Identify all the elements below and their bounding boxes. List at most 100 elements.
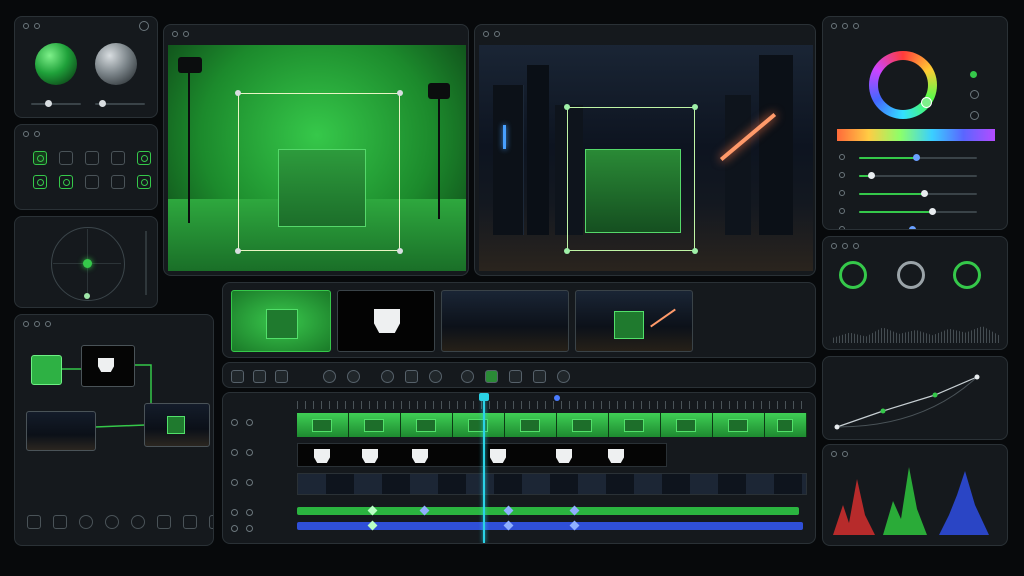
thumbnail-composite[interactable] xyxy=(575,290,693,352)
tone-curve[interactable] xyxy=(823,357,1008,440)
color-slider-5[interactable] xyxy=(859,229,977,230)
knobs-panel xyxy=(822,236,1008,350)
color-slider-knob-1[interactable] xyxy=(913,154,920,161)
expand-icon[interactable] xyxy=(85,175,99,189)
cube-icon[interactable] xyxy=(27,515,41,529)
gray-material-sphere[interactable] xyxy=(95,43,137,85)
sphere-icon[interactable] xyxy=(381,370,394,383)
timer-icon[interactable] xyxy=(59,151,73,165)
grid-icon[interactable] xyxy=(137,175,151,189)
window-controls[interactable] xyxy=(483,31,500,37)
paint-icon[interactable] xyxy=(533,370,546,383)
grid-icon[interactable] xyxy=(509,370,522,383)
in-point-marker[interactable] xyxy=(554,395,560,401)
sphere-icon[interactable] xyxy=(131,515,145,529)
green-screen-track[interactable] xyxy=(297,413,807,437)
record-icon[interactable] xyxy=(557,370,570,383)
grid-icon[interactable] xyxy=(485,370,498,383)
crop-icon[interactable] xyxy=(111,175,125,189)
source-viewer xyxy=(163,24,469,276)
window-controls[interactable] xyxy=(831,243,859,249)
matte-node[interactable] xyxy=(81,345,135,387)
green-key-node[interactable] xyxy=(31,355,62,385)
vertical-scroll[interactable] xyxy=(145,231,147,295)
grid-icon[interactable] xyxy=(157,515,171,529)
rotate-icon[interactable] xyxy=(429,370,442,383)
hue-wheel[interactable] xyxy=(869,51,937,119)
cube-icon[interactable] xyxy=(53,515,67,529)
color-slider-fill-4 xyxy=(859,211,932,213)
material-slider-knob-1[interactable] xyxy=(45,100,52,107)
node-toolbar xyxy=(27,515,213,529)
settings-icon[interactable] xyxy=(139,21,149,31)
track-controls-4[interactable] xyxy=(231,509,253,516)
circle-tool-icon[interactable] xyxy=(59,175,73,189)
material-slider-1[interactable] xyxy=(31,103,81,105)
transform-box[interactable] xyxy=(235,90,403,254)
sphere-icon[interactable] xyxy=(79,515,93,529)
window-controls[interactable] xyxy=(172,31,189,37)
color-slider-knob-2[interactable] xyxy=(868,172,875,179)
window-controls[interactable] xyxy=(23,23,40,29)
plate-node[interactable] xyxy=(26,411,96,451)
circle-tool-icon[interactable] xyxy=(33,151,47,165)
transform-box[interactable] xyxy=(564,104,698,254)
knob-2[interactable] xyxy=(897,261,925,289)
clock-icon[interactable] xyxy=(85,151,99,165)
track-controls-3[interactable] xyxy=(231,479,253,486)
joystick-base-dot xyxy=(84,293,90,299)
green-material-sphere[interactable] xyxy=(35,43,77,85)
rgb-histogram xyxy=(833,467,989,535)
material-slider-knob-2[interactable] xyxy=(99,100,106,107)
pin-icon[interactable] xyxy=(405,370,418,383)
background-track[interactable] xyxy=(297,473,807,495)
sphere-icon[interactable] xyxy=(105,515,119,529)
slider-toggle-2[interactable] xyxy=(839,172,845,178)
color-slider-knob-3[interactable] xyxy=(921,190,928,197)
frame-icon[interactable] xyxy=(111,151,125,165)
thumbnail-alpha-matte[interactable] xyxy=(337,290,435,352)
slider-toggle-3[interactable] xyxy=(839,190,845,196)
timeline-panel xyxy=(222,392,816,544)
sphere-icon[interactable] xyxy=(461,370,474,383)
bulb-icon[interactable] xyxy=(347,370,360,383)
slider-toggle-4[interactable] xyxy=(839,208,845,214)
color-slider-knob-5[interactable] xyxy=(909,226,916,229)
spectrum-bar[interactable] xyxy=(837,129,995,141)
main-toolbar xyxy=(222,362,816,388)
joystick-handle[interactable] xyxy=(83,259,92,268)
track-controls-1[interactable] xyxy=(231,419,253,426)
studio-light-right xyxy=(428,83,450,99)
color-slider-2[interactable] xyxy=(859,175,977,177)
cube-icon[interactable] xyxy=(209,515,213,529)
track-controls-2[interactable] xyxy=(231,449,253,456)
composite-node[interactable] xyxy=(144,403,210,447)
track-controls-5[interactable] xyxy=(231,525,253,532)
thumbnail-green-screen[interactable] xyxy=(231,290,331,352)
timeline-ruler[interactable] xyxy=(297,401,809,409)
green-screen-viewport[interactable] xyxy=(168,45,466,271)
studio-light-left xyxy=(178,57,202,73)
ring-icon[interactable] xyxy=(33,175,47,189)
cube-icon[interactable] xyxy=(275,370,288,383)
window-controls[interactable] xyxy=(831,23,859,29)
knob-1[interactable] xyxy=(839,261,867,289)
wheel-option-dots[interactable] xyxy=(970,71,979,120)
thumbnail-city-plate[interactable] xyxy=(441,290,569,352)
curve-panel xyxy=(822,356,1008,440)
slider-toggle-5[interactable] xyxy=(839,226,845,229)
cube-icon[interactable] xyxy=(253,370,266,383)
window-controls[interactable] xyxy=(23,131,40,137)
playhead[interactable] xyxy=(479,393,489,543)
composite-viewport[interactable] xyxy=(479,45,813,271)
record-icon[interactable] xyxy=(137,151,151,165)
color-slider-knob-4[interactable] xyxy=(929,208,936,215)
cube-icon[interactable] xyxy=(183,515,197,529)
matte-track[interactable] xyxy=(297,443,667,467)
cube-icon[interactable] xyxy=(231,370,244,383)
sphere-icon[interactable] xyxy=(323,370,336,383)
matte-shape xyxy=(98,358,114,372)
knob-3[interactable] xyxy=(953,261,981,289)
slider-toggle-1[interactable] xyxy=(839,154,845,160)
hue-handle[interactable] xyxy=(921,97,932,108)
